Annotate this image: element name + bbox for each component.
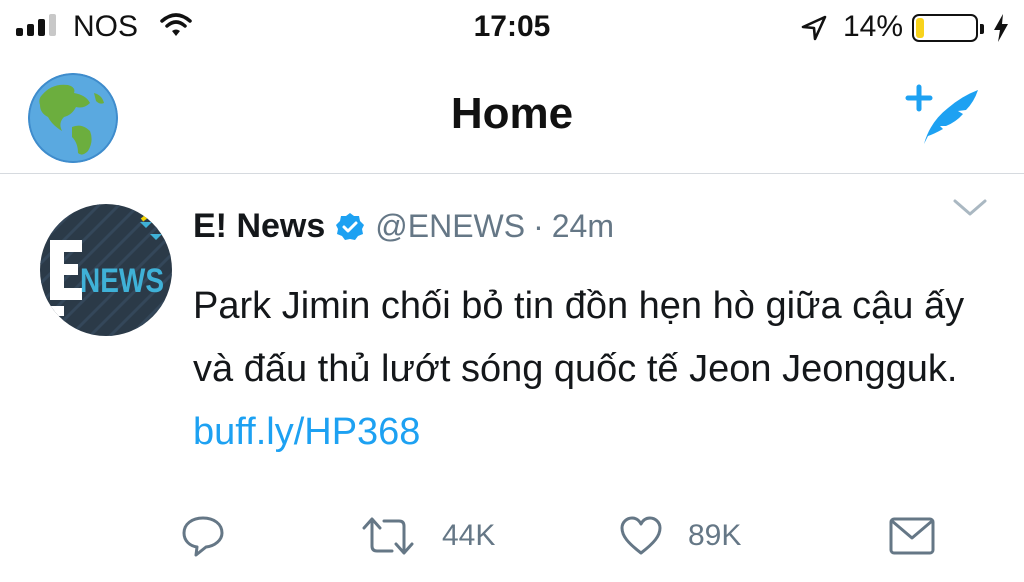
envelope-icon bbox=[889, 517, 935, 555]
page-title: Home bbox=[450, 89, 574, 138]
status-bar: NOS 17:05 14% bbox=[0, 0, 1024, 58]
tweet-link[interactable]: buff.ly/HP368 bbox=[193, 411, 420, 453]
battery-percent: 14% bbox=[843, 10, 904, 43]
timeline-header: Home bbox=[0, 58, 1024, 174]
heart-icon bbox=[620, 516, 662, 555]
compose-tweet-button[interactable] bbox=[900, 80, 985, 150]
battery-icon bbox=[912, 14, 984, 42]
like-button[interactable]: 89K bbox=[618, 511, 741, 561]
compose-feather-icon bbox=[905, 84, 978, 144]
meta-separator: · bbox=[533, 208, 544, 244]
tweet-body: Park Jimin chối bỏ tin đồn hẹn hò giữa c… bbox=[193, 285, 965, 390]
tweet-text: Park Jimin chối bỏ tin đồn hẹn hò giữa c… bbox=[193, 275, 993, 464]
tweet-timestamp[interactable]: 24m bbox=[552, 208, 614, 245]
tweet-menu-chevron-down-icon[interactable] bbox=[952, 197, 988, 224]
reply-button[interactable] bbox=[180, 511, 226, 561]
author-avatar[interactable]: NEWS bbox=[40, 204, 172, 336]
reply-icon bbox=[182, 516, 224, 557]
charging-bolt-icon bbox=[991, 13, 1011, 48]
avatar-news-text: NEWS bbox=[80, 262, 164, 300]
tweet-card[interactable]: NEWS E! News @ENEWS · 24m Park Jimin chố… bbox=[0, 175, 1024, 582]
retweet-count: 44K bbox=[442, 519, 496, 552]
location-arrow-icon bbox=[800, 14, 828, 47]
retweet-icon bbox=[362, 517, 414, 555]
retweet-button[interactable]: 44K bbox=[360, 511, 495, 561]
author-handle[interactable]: @ENEWS bbox=[375, 208, 525, 245]
verified-badge-icon bbox=[335, 212, 365, 242]
direct-message-button[interactable] bbox=[888, 511, 936, 561]
tweet-actions: 44K 89K bbox=[0, 511, 1024, 561]
author-name[interactable]: E! News bbox=[193, 207, 325, 246]
tweet-header: E! News @ENEWS · 24m bbox=[193, 207, 614, 246]
like-count: 89K bbox=[688, 519, 742, 552]
